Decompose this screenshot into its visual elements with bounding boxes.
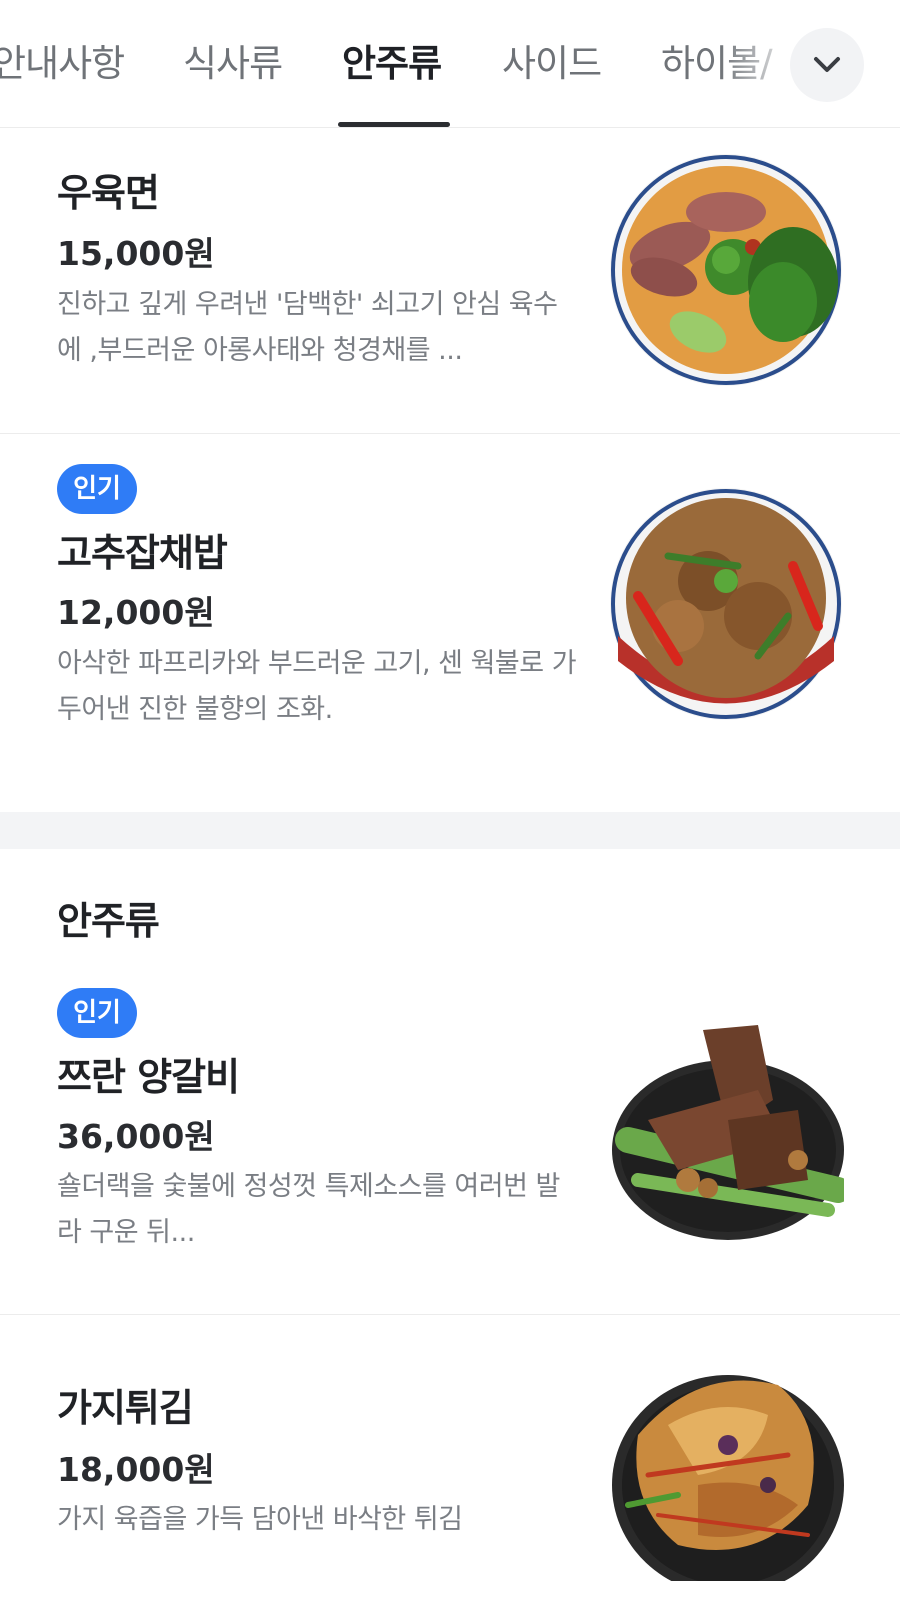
tab-appetizers[interactable]: 안주류 [342, 33, 442, 87]
menu-item-price: 36,000원 [57, 1117, 215, 1156]
menu-item-price: 15,000원 [57, 234, 215, 273]
menu-item-description: 숄더랙을 숯불에 정성껏 특제소스를 여러번 발라 구운 뒤... [57, 1171, 560, 1248]
menu-item-name: 우육면 [57, 171, 160, 215]
cumin-lamb-ribs-image [612, 1025, 844, 1240]
menu-item-price: 12,000원 [57, 593, 215, 632]
section-separator [0, 812, 900, 849]
menu-item[interactable]: 우육면 15,000원 진하고 깊게 우려낸 '담백한' 쇠고기 안심 육수에 … [0, 127, 900, 433]
menu-item[interactable]: 가지튀김 18,000원 가지 육즙을 가득 담아낸 바삭한 튀김 [0, 1315, 900, 1599]
pepper-japchae-rice-image [610, 488, 842, 720]
section-title: 안주류 [57, 899, 160, 943]
tab-sides[interactable]: 사이드 [502, 33, 602, 87]
menu-item-description: 가지 육즙을 가득 담아낸 바삭한 튀김 [57, 1504, 463, 1535]
menu-item-name: 고추잡채밥 [57, 531, 228, 575]
menu-item-description: 아삭한 파프리카와 부드러운 고기, 센 웍불로 가두어낸 진한 불향의 조화. [57, 648, 577, 725]
popular-badge: 인기 [57, 988, 137, 1038]
menu-item-name: 가지튀김 [57, 1386, 194, 1430]
menu-item-description: 진하고 깊게 우려낸 '담백한' 쇠고기 안심 육수에 ,부드러운 아롱사태와 … [57, 289, 558, 366]
menu-item[interactable]: 인기 고추잡채밥 12,000원 아삭한 파프리카와 부드러운 고기, 센 웍불… [0, 434, 900, 812]
category-tab-bar: 안내사항 식사류 안주류 사이드 하이볼/ [0, 0, 900, 128]
chevron-down-icon [814, 57, 840, 72]
tab-notice[interactable]: 안내사항 [0, 33, 125, 87]
beef-noodle-soup-image [610, 154, 842, 386]
tab-meals[interactable]: 식사류 [183, 33, 283, 87]
popular-badge: 인기 [57, 464, 137, 514]
menu-item-name: 쯔란 양갈비 [57, 1055, 240, 1099]
fried-eggplant-image [612, 1375, 844, 1581]
menu-item-price: 18,000원 [57, 1450, 215, 1489]
menu-item[interactable]: 인기 쯔란 양갈비 36,000원 숄더랙을 숯불에 정성껏 특제소스를 여러번… [0, 960, 900, 1314]
expand-categories-button[interactable] [790, 28, 864, 102]
